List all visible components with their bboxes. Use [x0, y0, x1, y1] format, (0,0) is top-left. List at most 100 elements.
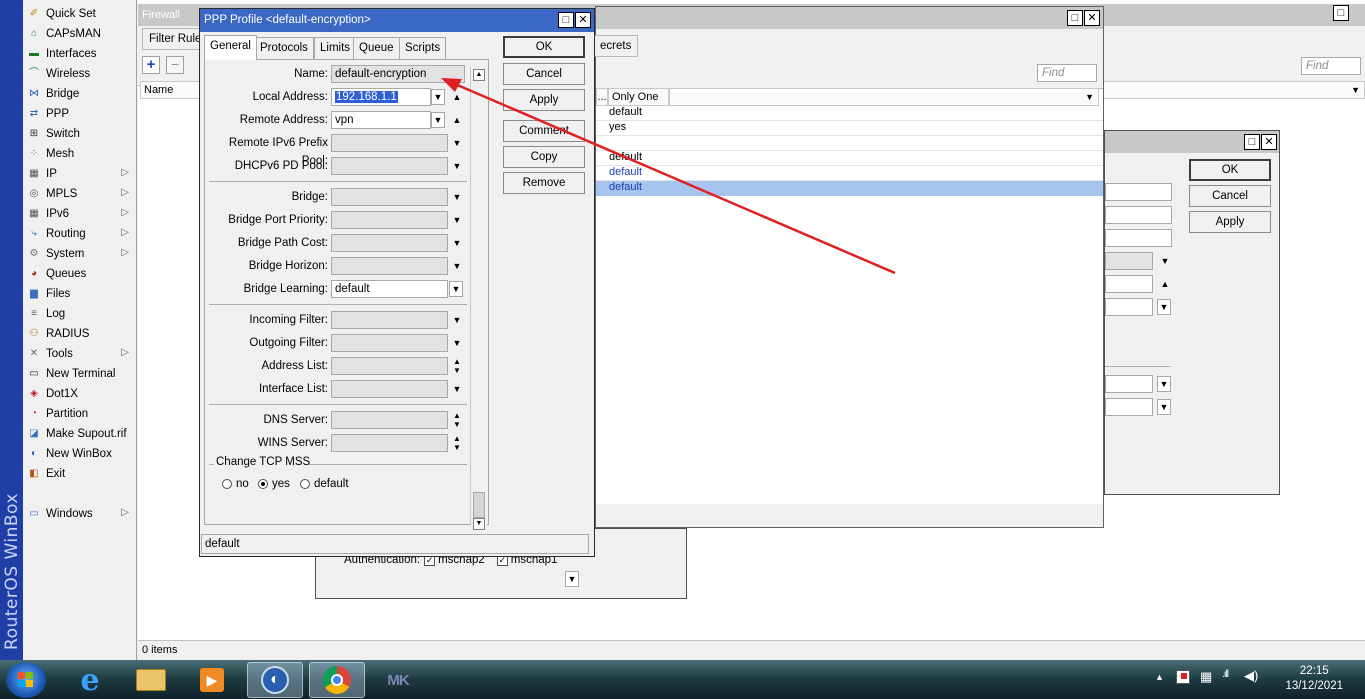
- apply-button[interactable]: Apply: [1189, 211, 1271, 233]
- volume-icon[interactable]: ◀): [1244, 668, 1258, 684]
- bridge-horizon-field[interactable]: [331, 257, 448, 275]
- ppp-titlebar[interactable]: [596, 7, 1103, 29]
- comment-button[interactable]: Comment: [503, 120, 585, 142]
- sidebar-item-ppp[interactable]: ⇄ PPP: [23, 104, 137, 124]
- sidebar-item-interfaces[interactable]: ▬ Interfaces: [23, 44, 137, 64]
- ok-button[interactable]: OK: [503, 36, 585, 58]
- taskbar-explorer-button[interactable]: [123, 662, 179, 698]
- action-center-flag-icon[interactable]: [1176, 670, 1190, 684]
- chevron-down-icon[interactable]: ▼: [451, 257, 463, 275]
- up-down-icon[interactable]: ▲ ▼: [451, 434, 463, 452]
- chevron-up-icon[interactable]: ▲: [1159, 275, 1171, 293]
- dialog-titlebar[interactable]: PPP Profile <default-encryption>: [200, 9, 594, 32]
- up-down-icon[interactable]: ▲ ▼: [451, 357, 463, 375]
- sidebar-item-tools[interactable]: ✕ Tools ▷: [23, 344, 137, 364]
- address-list-field[interactable]: [331, 357, 448, 375]
- table-row[interactable]: default: [596, 151, 1103, 166]
- chevron-down-icon[interactable]: ▼: [451, 157, 463, 175]
- sidebar-item-files[interactable]: ▆ Files: [23, 284, 137, 304]
- bridge-path-cost-field[interactable]: [331, 234, 448, 252]
- taskbar-chrome-button[interactable]: [309, 662, 365, 698]
- cancel-button[interactable]: Cancel: [1189, 185, 1271, 207]
- sidebar-item-system[interactable]: ⚙ System ▷: [23, 244, 137, 264]
- scrollbar[interactable]: ▲ ▼: [470, 67, 487, 530]
- taskbar-ie-button[interactable]: e: [62, 662, 118, 698]
- sidebar-item-log[interactable]: ≡ Log: [23, 304, 137, 324]
- sidebar-item-make-supout-rif[interactable]: ◪ Make Supout.rif: [23, 424, 137, 444]
- maximize-icon[interactable]: □: [558, 12, 574, 28]
- tcp-mss-radio-default[interactable]: default: [300, 478, 349, 490]
- bridge-port-priority-field[interactable]: [331, 211, 448, 229]
- sidebar-item-new-winbox[interactable]: ◐ New WinBox: [23, 444, 137, 464]
- bridge-learning-select[interactable]: default: [331, 280, 448, 298]
- dropdown-icon[interactable]: ▼: [1157, 299, 1171, 315]
- sidebar-item-capsman[interactable]: ⌂ CAPsMAN: [23, 24, 137, 44]
- sidebar-item-routing[interactable]: ⤷ Routing ▷: [23, 224, 137, 244]
- remove-icon[interactable]: −: [166, 56, 184, 74]
- show-hidden-icons[interactable]: ▲: [1155, 672, 1164, 682]
- table-row[interactable]: [596, 136, 1103, 151]
- sidebar-item-new-terminal[interactable]: ▭ New Terminal: [23, 364, 137, 384]
- tab-general[interactable]: General: [204, 35, 257, 60]
- sidebar-item-wireless[interactable]: ⌒ Wireless: [23, 64, 137, 84]
- table-row[interactable]: yes: [596, 121, 1103, 136]
- add-icon[interactable]: +: [142, 56, 160, 74]
- chevron-down-icon[interactable]: ▼: [1159, 252, 1171, 270]
- ok-button[interactable]: OK: [1189, 159, 1271, 181]
- tab-limits[interactable]: Limits: [314, 37, 357, 59]
- sub-field[interactable]: [1105, 229, 1172, 247]
- sidebar-item-queues[interactable]: ◕ Queues: [23, 264, 137, 284]
- local-address-field[interactable]: 192.168.1.1: [331, 88, 431, 106]
- sidebar-item-bridge[interactable]: ⋈ Bridge: [23, 84, 137, 104]
- column-dropdown-icon[interactable]: ▼: [1351, 82, 1360, 98]
- dhcpv6-pd-pool-field[interactable]: [331, 157, 448, 175]
- incoming-filter-field[interactable]: [331, 311, 448, 329]
- sidebar-item-mesh[interactable]: ⁘ Mesh: [23, 144, 137, 164]
- system-clock[interactable]: 22:15 13/12/2021: [1285, 664, 1343, 694]
- tcp-mss-radio-yes[interactable]: yes: [258, 478, 290, 490]
- signal-icon[interactable]: .ıll: [1222, 669, 1229, 680]
- sidebar-item-exit[interactable]: ◧ Exit: [23, 464, 137, 484]
- taskbar-winbox-button[interactable]: ◐: [247, 662, 303, 698]
- dropdown-icon[interactable]: ▼: [1157, 399, 1171, 415]
- interface-list-field[interactable]: [331, 380, 448, 398]
- dropdown-icon[interactable]: ▼: [449, 281, 463, 297]
- dns-server-field[interactable]: [331, 411, 448, 429]
- chevron-down-icon[interactable]: ▼: [451, 311, 463, 329]
- up-down-icon[interactable]: ▲ ▼: [451, 411, 463, 429]
- tab-protocols[interactable]: Protocols: [254, 37, 314, 59]
- close-icon[interactable]: ✕: [1084, 10, 1100, 26]
- close-icon[interactable]: ✕: [575, 12, 591, 28]
- sub-field[interactable]: [1105, 398, 1153, 416]
- name-field[interactable]: default-encryption: [331, 65, 465, 83]
- bridge-field[interactable]: [331, 188, 448, 206]
- chevron-up-icon[interactable]: ▲: [451, 111, 463, 129]
- maximize-icon[interactable]: □: [1244, 134, 1260, 150]
- sub-field[interactable]: [1105, 275, 1153, 293]
- cancel-button[interactable]: Cancel: [503, 63, 585, 85]
- remote-address-field[interactable]: vpn: [331, 111, 431, 129]
- table-row-selected[interactable]: default: [596, 181, 1103, 196]
- start-button[interactable]: [6, 662, 46, 698]
- sub-field[interactable]: [1105, 298, 1153, 316]
- scroll-up-icon[interactable]: ▲: [473, 69, 485, 81]
- sidebar-item-ip[interactable]: ▦ IP ▷: [23, 164, 137, 184]
- dropdown-icon[interactable]: ▼: [1157, 376, 1171, 392]
- sidebar-item-partition[interactable]: ◔ Partition: [23, 404, 137, 424]
- wins-server-field[interactable]: [331, 434, 448, 452]
- maximize-icon[interactable]: □: [1333, 5, 1349, 21]
- sidebar-item-switch[interactable]: ⊞ Switch: [23, 124, 137, 144]
- chevron-down-icon[interactable]: ▼: [451, 134, 463, 152]
- firewall-find-input[interactable]: Find: [1301, 57, 1361, 75]
- tab-secrets[interactable]: ecrets: [594, 35, 639, 57]
- ppp-find-input[interactable]: Find: [1037, 64, 1097, 82]
- taskbar-media-button[interactable]: ▶: [184, 662, 240, 698]
- chevron-up-icon[interactable]: ▲: [451, 88, 463, 106]
- scroll-down-icon[interactable]: ▼: [473, 518, 485, 530]
- close-icon[interactable]: ✕: [1261, 134, 1277, 150]
- taskbar-mikrotik-button[interactable]: MK: [370, 662, 426, 698]
- column-dropdown-icon[interactable]: ▼: [1085, 89, 1094, 105]
- dropdown-icon[interactable]: ▼: [431, 112, 445, 128]
- scroll-down-icon[interactable]: ▼: [565, 571, 579, 587]
- remove-button[interactable]: Remove: [503, 172, 585, 194]
